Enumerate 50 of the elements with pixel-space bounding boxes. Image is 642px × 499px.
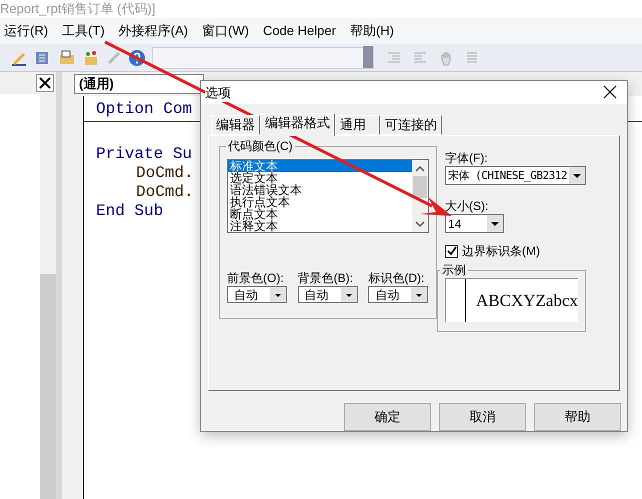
toolbox-icon[interactable] (82, 48, 100, 66)
code-line: Option Com (96, 100, 192, 119)
close-icon[interactable] (36, 74, 54, 92)
code-line: DoCmd. (136, 183, 194, 202)
list-item[interactable]: 执行点文本 (228, 196, 412, 208)
field-label: 大小(S): (445, 198, 490, 214)
code-line: Private Su (96, 145, 192, 164)
toolbar-combo[interactable] (152, 46, 374, 68)
list-item[interactable]: 注释文本 (228, 220, 412, 232)
list-item[interactable]: 标准文本 (228, 160, 412, 172)
window-title: Report_rpt销售订单 (代码)] (0, 1, 156, 17)
scrollbar[interactable] (412, 160, 428, 232)
field-label: 前景色(O): (227, 271, 285, 286)
menu-item[interactable]: 帮助(H) (350, 21, 394, 41)
menu-item[interactable]: 窗口(W) (202, 21, 249, 41)
scrollbar[interactable] (40, 94, 56, 499)
checkbox-label: 边界标识条(M) (462, 243, 540, 260)
object-combo[interactable]: (通用) (74, 74, 204, 94)
color-combo[interactable]: 自动 (227, 286, 287, 304)
code-line: DoCmd. (136, 164, 194, 183)
list-item[interactable]: 语法错误文本 (228, 184, 412, 196)
font-combo[interactable]: 宋体 (CHINESE_GB2312 (445, 166, 586, 186)
tab[interactable]: 可连接的 (380, 115, 442, 136)
sample-preview: ABCXYZabcx (445, 278, 578, 322)
field-label: 标识色(D): (368, 271, 426, 286)
code-color-list[interactable]: 标准文本 选定文本 语法错误文本 执行点文本 断点文本 注释文本 (227, 159, 429, 234)
tab[interactable]: 编辑器格式 (260, 113, 335, 136)
field-label: 背景色(B): (298, 271, 354, 286)
checkbox[interactable] (445, 244, 458, 258)
field-label: 字体(F): (445, 150, 489, 166)
folder-icon[interactable] (58, 48, 76, 66)
code-line: End Sub (96, 202, 164, 221)
color-combo[interactable]: 自动 (298, 286, 358, 304)
dialog-button[interactable]: 确定 (344, 403, 431, 431)
group-label: 代码颜色(C) (226, 138, 295, 154)
dialog-button[interactable]: 帮助 (534, 403, 621, 431)
menu-item[interactable]: 运行(R) (4, 21, 48, 41)
tab[interactable]: 通用 (335, 115, 380, 136)
size-combo[interactable]: 14 (445, 214, 504, 234)
tab[interactable]: 编辑器 (211, 115, 260, 136)
color-combo[interactable]: 自动 (368, 286, 428, 304)
list-item[interactable]: 选定文本 (228, 172, 412, 184)
list-item[interactable]: 断点文本 (228, 208, 412, 220)
menu-item[interactable]: 工具(T) (62, 21, 105, 41)
group-label: 示例 (440, 262, 468, 278)
help-icon[interactable] (128, 48, 146, 66)
menu-item[interactable]: 外接程序(A) (118, 21, 188, 41)
dialog-button[interactable]: 取消 (439, 403, 526, 431)
close-icon[interactable] (603, 85, 617, 100)
menu-item[interactable]: Code Helper (262, 21, 336, 41)
